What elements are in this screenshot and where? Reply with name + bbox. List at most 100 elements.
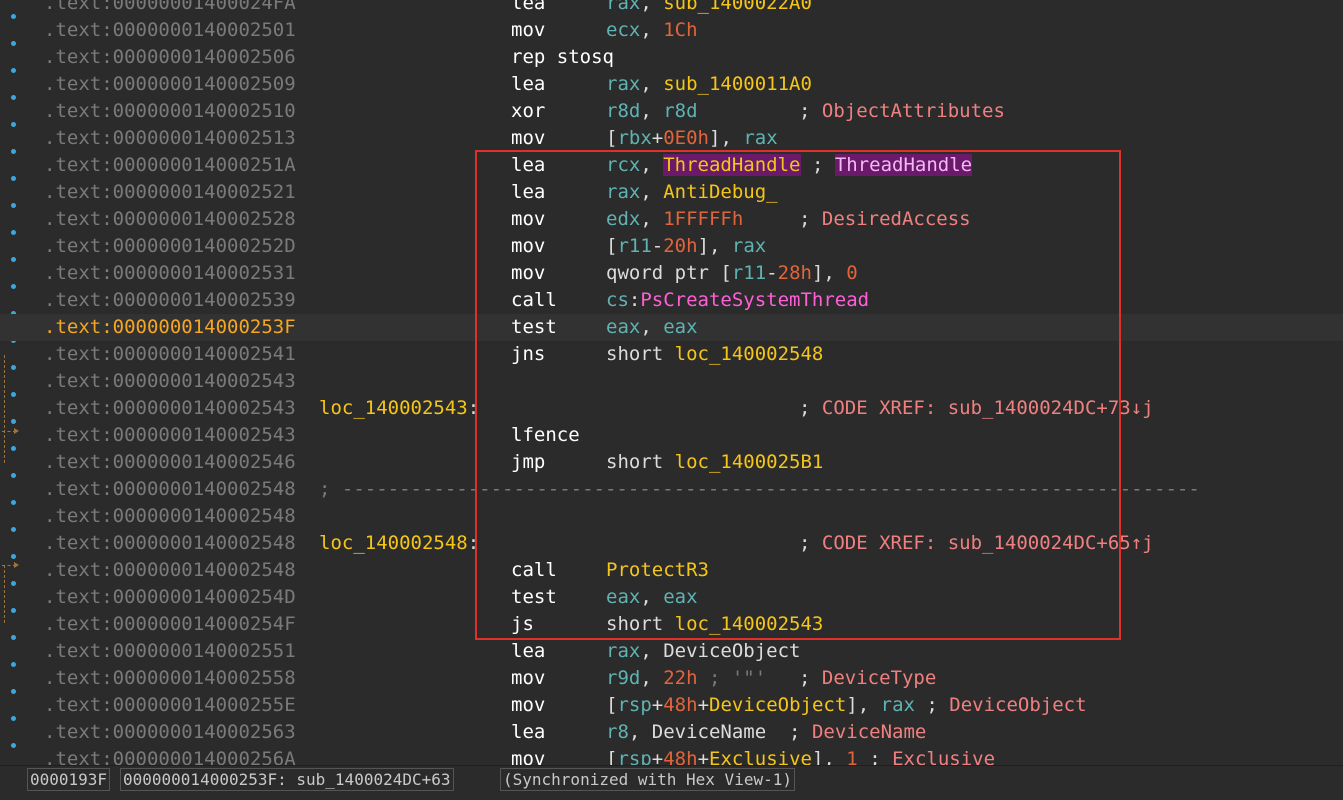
instruction-operands[interactable]: rax, sub_1400022A0 (606, 0, 812, 17)
disasm-line[interactable]: .text:0000000140002548 (0, 503, 1343, 530)
disasm-line[interactable]: .text:000000014000255E mov [rsp+48h+Device… (0, 692, 1343, 719)
instruction-mnemonic[interactable]: mov (511, 746, 545, 765)
line-address[interactable]: .text:00000001400024FA (44, 0, 296, 17)
instruction-operands[interactable]: rax, DeviceObject (606, 638, 801, 665)
disasm-line[interactable]: .text:0000000140002528 mov edx, 1FFFFFh; D… (0, 206, 1343, 233)
line-address[interactable]: .text:000000014000254F (44, 611, 296, 638)
instruction-operands[interactable]: qword ptr [r11-28h], 0 (606, 260, 858, 287)
line-address[interactable]: .text:000000014000251A (44, 152, 296, 179)
instruction-operands[interactable]: [rbx+0E0h], rax (606, 125, 778, 152)
instruction-mnemonic[interactable]: jmp (511, 449, 545, 476)
disasm-line[interactable]: .text:0000000140002546 jmp short loc_14000… (0, 449, 1343, 476)
disasm-line[interactable]: .text:0000000140002539 call cs:PsCreateSys… (0, 287, 1343, 314)
line-address[interactable]: .text:000000014000253F (44, 314, 296, 341)
line-address[interactable]: .text:0000000140002501 (44, 17, 296, 44)
disasm-line[interactable]: .text:0000000140002551 lea rax, DeviceObje… (0, 638, 1343, 665)
line-address[interactable]: .text:0000000140002543 (44, 395, 296, 422)
instruction-mnemonic[interactable]: mov (511, 17, 545, 44)
instruction-mnemonic[interactable]: lea (511, 638, 545, 665)
instruction-mnemonic[interactable]: test (511, 314, 557, 341)
line-address[interactable]: .text:0000000140002531 (44, 260, 296, 287)
instruction-mnemonic[interactable]: mov (511, 665, 545, 692)
operand-token[interactable]: loc_1400025B1 (675, 451, 824, 473)
operand-token[interactable]: sub_1400022A0 (663, 0, 812, 14)
line-address[interactable]: .text:0000000140002551 (44, 638, 296, 665)
operand-token[interactable]: loc_140002548 (675, 343, 824, 365)
operand-token[interactable]: sub_1400011A0 (663, 73, 812, 95)
disasm-line[interactable]: .text:0000000140002548 ; ----------------… (0, 476, 1343, 503)
disasm-line[interactable]: .text:0000000140002548 loc_140002548:; CO… (0, 530, 1343, 557)
instruction-mnemonic[interactable]: mov (511, 692, 545, 719)
operand-token[interactable]: loc_140002543 (675, 613, 824, 635)
instruction-operands[interactable]: [r11-20h], rax (606, 233, 766, 260)
disasm-line[interactable]: .text:0000000140002548 call ProtectR3 (0, 557, 1343, 584)
disasm-line[interactable]: .text:000000014000254F js short loc_140002… (0, 611, 1343, 638)
operand-token[interactable]: ThreadHandle (663, 154, 801, 176)
disasm-line[interactable]: .text:000000014000256A mov [rsp+48h+Exclus… (0, 746, 1343, 765)
disasm-line[interactable]: .text:0000000140002510 xor r8d, r8d; Objec… (0, 98, 1343, 125)
code-label[interactable]: loc_140002543: (319, 395, 479, 422)
operand-token[interactable]: PsCreateSystemThread (640, 289, 869, 311)
instruction-mnemonic[interactable]: test (511, 584, 557, 611)
instruction-mnemonic[interactable]: lea (511, 0, 545, 17)
disasm-line[interactable]: .text:0000000140002563 lea r8, DeviceName … (0, 719, 1343, 746)
operand-token[interactable]: AntiDebug_ (663, 181, 777, 203)
disasm-line[interactable]: .text:00000001400024FA lea rax, sub_140002… (0, 0, 1343, 17)
line-address[interactable]: .text:0000000140002543 (44, 422, 296, 449)
instruction-operands[interactable]: edx, 1FFFFFh (606, 206, 743, 233)
disasm-line[interactable]: .text:000000014000252D mov [r11-20h], rax (0, 233, 1343, 260)
instruction-mnemonic[interactable]: lea (511, 152, 545, 179)
line-address[interactable]: .text:0000000140002546 (44, 449, 296, 476)
instruction-operands[interactable]: r9d, 22h ; '"' (606, 665, 766, 692)
instruction-mnemonic[interactable]: lea (511, 719, 545, 746)
instruction-mnemonic[interactable]: mov (511, 206, 545, 233)
disasm-line[interactable]: .text:0000000140002513 mov [rbx+0E0h], rax (0, 125, 1343, 152)
instruction-operands[interactable]: ecx, 1Ch (606, 17, 698, 44)
line-address[interactable]: .text:0000000140002548 (44, 557, 296, 584)
instruction-mnemonic[interactable]: jns (511, 341, 545, 368)
instruction-operands[interactable]: rax, AntiDebug_ (606, 179, 778, 206)
disasm-line[interactable]: .text:0000000140002506 rep stosq (0, 44, 1343, 71)
line-address[interactable]: .text:0000000140002539 (44, 287, 296, 314)
instruction-operands[interactable]: short loc_1400025B1 (606, 449, 823, 476)
line-address[interactable]: .text:0000000140002548 (44, 503, 296, 530)
instruction-mnemonic[interactable]: js (511, 611, 534, 638)
line-address[interactable]: .text:0000000140002506 (44, 44, 296, 71)
line-address[interactable]: .text:000000014000255E (44, 692, 296, 719)
instruction-operands[interactable]: [rsp+48h+DeviceObject], rax ; DeviceObje… (606, 692, 1087, 719)
instruction-mnemonic[interactable]: lea (511, 71, 545, 98)
operand-token[interactable]: DeviceObject (709, 694, 846, 716)
instruction-operands[interactable]: cs:PsCreateSystemThread (606, 287, 869, 314)
instruction-mnemonic[interactable]: mov (511, 125, 545, 152)
instruction-operands[interactable]: short loc_140002548 (606, 341, 823, 368)
operand-token[interactable]: ProtectR3 (606, 559, 709, 581)
line-address[interactable]: .text:000000014000252D (44, 233, 296, 260)
instruction-mnemonic[interactable]: call (511, 557, 557, 584)
instruction-operands[interactable]: [rsp+48h+Exclusive], 1 ; Exclusive (606, 746, 995, 765)
disasm-line[interactable]: .text:0000000140002543 (0, 368, 1343, 395)
disasm-line[interactable]: .text:0000000140002543 loc_140002543:; CO… (0, 395, 1343, 422)
instruction-operands[interactable]: eax, eax (606, 584, 698, 611)
disasm-line[interactable]: .text:000000014000251A lea rcx, ThreadHand… (0, 152, 1343, 179)
code-label[interactable]: loc_140002548: (319, 530, 479, 557)
line-address[interactable]: .text:0000000140002563 (44, 719, 296, 746)
disasm-line[interactable]: .text:000000014000254D test eax, eax (0, 584, 1343, 611)
line-address[interactable]: .text:0000000140002509 (44, 71, 296, 98)
disasm-line[interactable]: .text:0000000140002541 jns short loc_14000… (0, 341, 1343, 368)
line-address[interactable]: .text:0000000140002541 (44, 341, 296, 368)
disasm-line[interactable]: .text:0000000140002521 lea rax, AntiDebug_ (0, 179, 1343, 206)
line-address[interactable]: .text:0000000140002528 (44, 206, 296, 233)
disasm-line[interactable]: .text:0000000140002558 mov r9d, 22h ; '"';… (0, 665, 1343, 692)
line-address[interactable]: .text:0000000140002521 (44, 179, 296, 206)
instruction-operands[interactable]: eax, eax (606, 314, 698, 341)
instruction-operands[interactable]: r8, DeviceName ; DeviceName (606, 719, 926, 746)
instruction-mnemonic[interactable]: call (511, 287, 557, 314)
disasm-line-current[interactable]: .text:000000014000253F test eax, eax (0, 314, 1343, 341)
instruction-operands[interactable]: r8d, r8d (606, 98, 698, 125)
line-address[interactable]: .text:0000000140002513 (44, 125, 296, 152)
instruction-mnemonic[interactable]: xor (511, 98, 545, 125)
instruction-mnemonic[interactable]: mov (511, 260, 545, 287)
disasm-line[interactable]: .text:0000000140002543 lfence (0, 422, 1343, 449)
line-address[interactable]: .text:0000000140002558 (44, 665, 296, 692)
instruction-mnemonic[interactable]: rep stosq (511, 44, 614, 71)
